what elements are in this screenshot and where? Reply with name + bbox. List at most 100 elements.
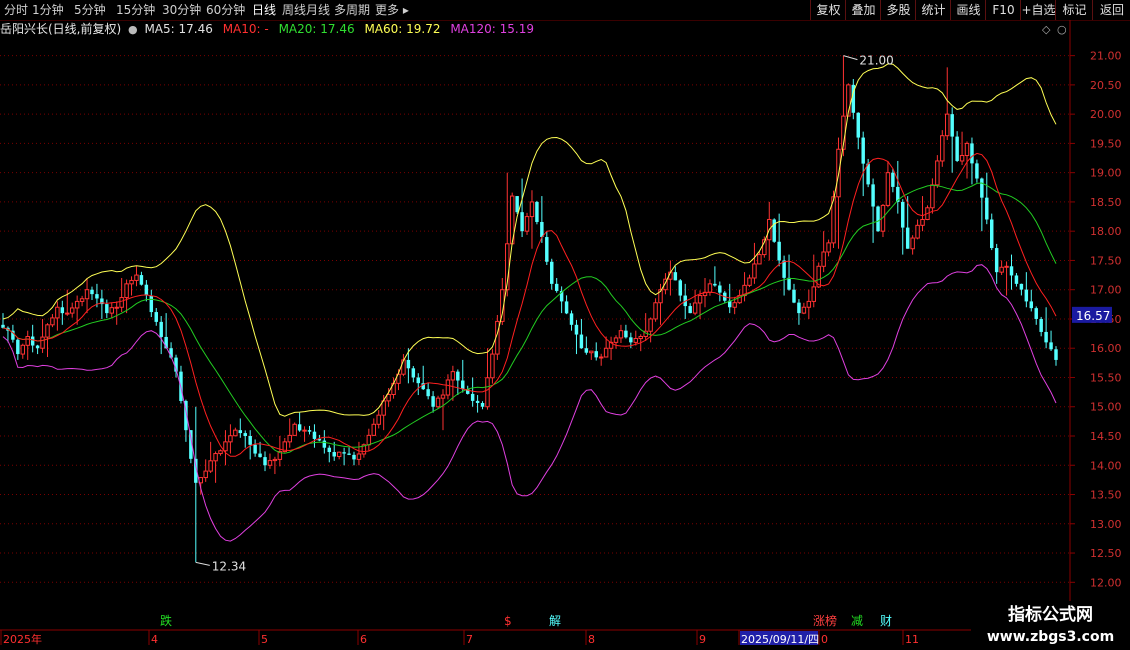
candle-body bbox=[263, 457, 267, 466]
candle-body bbox=[456, 371, 460, 381]
candle-body bbox=[440, 394, 446, 399]
y-tick-label: 20.00 bbox=[1090, 108, 1122, 121]
candle bbox=[371, 418, 377, 436]
candle bbox=[84, 278, 90, 314]
kline-chart[interactable]: 21.00 20.50 20.00 19.50 19.00 18.50 18.00 17.50… bbox=[0, 0, 1130, 650]
candle bbox=[109, 302, 114, 318]
candle bbox=[801, 302, 807, 315]
candle-body bbox=[688, 306, 692, 314]
event-marker[interactable]: 财 bbox=[880, 614, 892, 628]
candle-body bbox=[950, 114, 954, 137]
candle bbox=[584, 336, 589, 355]
y-tick-label: 14.50 bbox=[1090, 430, 1122, 443]
candle-body bbox=[55, 306, 60, 319]
candle bbox=[930, 178, 935, 214]
candle bbox=[836, 137, 841, 249]
candle-body bbox=[406, 359, 411, 369]
candle bbox=[253, 439, 257, 457]
candle bbox=[55, 301, 60, 331]
candle-body bbox=[905, 227, 910, 249]
candle bbox=[1019, 283, 1024, 296]
candle-body bbox=[25, 336, 30, 346]
candle bbox=[480, 401, 485, 410]
candle bbox=[194, 406, 198, 563]
candle-body bbox=[885, 172, 891, 206]
event-marker[interactable]: 跌 bbox=[160, 613, 172, 628]
event-marker[interactable]: $ bbox=[504, 614, 512, 628]
candle bbox=[203, 459, 208, 482]
candle bbox=[747, 274, 752, 288]
candle bbox=[945, 67, 950, 140]
candle bbox=[445, 374, 451, 400]
candle-body bbox=[84, 289, 90, 300]
candle bbox=[579, 318, 584, 349]
candle bbox=[352, 451, 356, 466]
candle-body bbox=[985, 197, 989, 220]
event-marker[interactable]: 解 bbox=[549, 614, 561, 628]
candle-body bbox=[648, 318, 653, 332]
candle-body bbox=[550, 261, 554, 284]
candle-body bbox=[1044, 331, 1048, 343]
candle-body bbox=[707, 283, 713, 293]
event-marker[interactable]: 减 bbox=[851, 614, 863, 628]
candle bbox=[129, 276, 134, 296]
candle-body bbox=[490, 353, 495, 379]
candle bbox=[342, 447, 346, 466]
candle-body bbox=[347, 453, 351, 455]
y-tick-label: 13.50 bbox=[1090, 489, 1122, 502]
diamond-icon[interactable]: ◇ bbox=[1042, 23, 1051, 36]
candle bbox=[524, 212, 530, 235]
candle-body bbox=[529, 201, 535, 218]
candle bbox=[935, 155, 940, 188]
candle-body bbox=[435, 397, 441, 408]
candle bbox=[613, 335, 619, 349]
candle-body bbox=[302, 429, 307, 432]
candle-body bbox=[30, 336, 35, 346]
candle-body bbox=[159, 321, 163, 337]
watermark: 指标公式网 www.zbgs3.com bbox=[971, 601, 1130, 650]
candle bbox=[267, 453, 273, 469]
candle-body bbox=[95, 294, 99, 299]
candle bbox=[1034, 306, 1038, 325]
candle bbox=[431, 391, 435, 413]
candle-body bbox=[821, 251, 826, 267]
candle-body bbox=[149, 295, 154, 313]
x-axis-label: 0 bbox=[821, 633, 828, 646]
candle bbox=[456, 369, 460, 396]
candle bbox=[1054, 346, 1058, 366]
x-axis-label: 9 bbox=[699, 633, 706, 646]
candle bbox=[718, 281, 722, 302]
candle-body bbox=[366, 434, 372, 446]
candle bbox=[688, 303, 692, 314]
candle-body bbox=[218, 450, 223, 455]
candle-body bbox=[638, 336, 643, 340]
candle-body bbox=[994, 248, 999, 273]
candle-body bbox=[752, 263, 757, 279]
candle-body bbox=[258, 453, 262, 458]
candle bbox=[213, 451, 218, 483]
candle-body bbox=[697, 295, 703, 304]
candle-body bbox=[253, 444, 257, 454]
candle-body bbox=[678, 280, 683, 296]
x-axis-label: 8 bbox=[588, 633, 595, 646]
event-marker[interactable]: 涨榜 bbox=[813, 613, 837, 628]
candle bbox=[440, 389, 446, 431]
candle-body bbox=[574, 324, 579, 335]
circle-icon[interactable]: ○ bbox=[1057, 23, 1067, 36]
current-price-label: 16.57 bbox=[1076, 309, 1110, 323]
candle-body bbox=[629, 337, 633, 343]
candle-body bbox=[287, 434, 292, 443]
candle-body bbox=[792, 289, 796, 303]
candle-body bbox=[90, 289, 94, 295]
candle bbox=[692, 289, 698, 316]
candle-body bbox=[999, 266, 1004, 273]
candle-body bbox=[970, 143, 974, 164]
candle-body bbox=[129, 279, 134, 285]
y-tick-label: 19.50 bbox=[1090, 137, 1122, 150]
candle-body bbox=[618, 330, 624, 339]
candle bbox=[505, 172, 510, 297]
candle bbox=[985, 172, 989, 225]
candle bbox=[35, 344, 40, 355]
y-tick-label: 20.50 bbox=[1090, 79, 1122, 92]
candle bbox=[792, 283, 796, 304]
